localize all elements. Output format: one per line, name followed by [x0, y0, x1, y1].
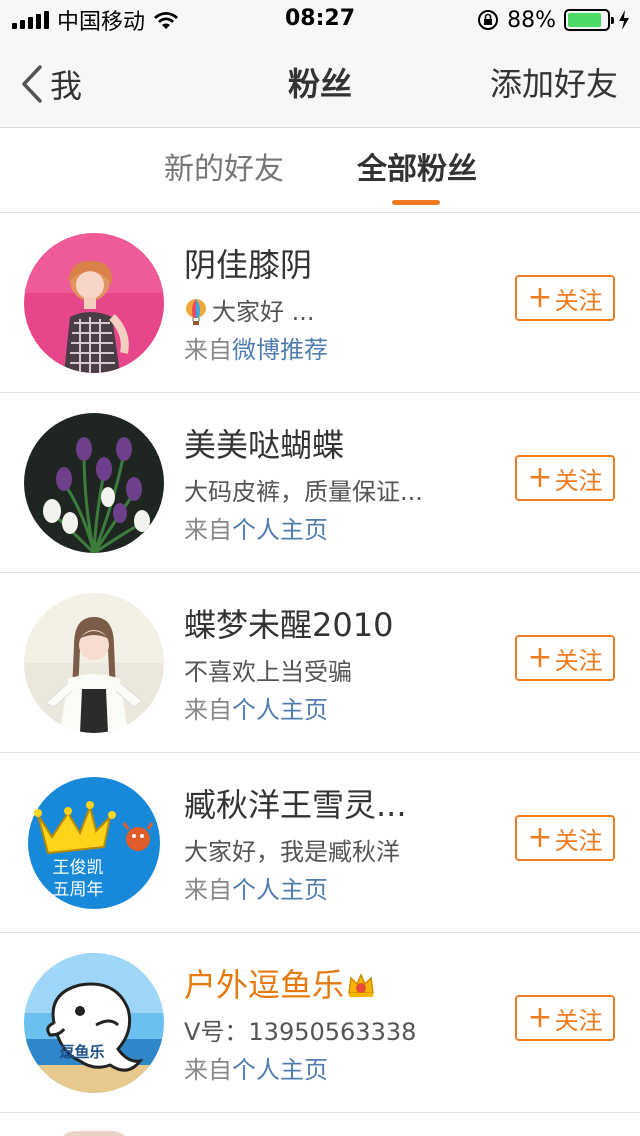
source-prefix: 来自	[184, 336, 232, 364]
follow-button[interactable]: + 关注	[515, 995, 615, 1041]
fan-description-text: 大家好，我是臧秋洋	[184, 838, 400, 866]
status-bar: 中国移动 08:27 88%	[0, 0, 640, 40]
avatar[interactable]	[24, 233, 164, 373]
nav-bar: 我 粉丝 添加好友	[0, 40, 640, 128]
follow-button[interactable]: + 关注	[515, 635, 615, 681]
list-item[interactable]: 王俊凯 五周年 臧秋洋王雪灵... 大家好，我是臧秋洋 来自个人主页 + 关注	[0, 753, 640, 933]
list-item[interactable]: 逗鱼乐 户外逗鱼乐 V号：13950563338 来自个人主页 + 关注	[0, 933, 640, 1113]
follow-button[interactable]: + 关注	[515, 275, 615, 321]
plus-icon: +	[527, 820, 553, 855]
fan-source: 来自个人主页	[184, 513, 328, 547]
source-link[interactable]: 微博推荐	[232, 336, 328, 364]
avatar-text: 逗鱼乐	[59, 1043, 104, 1061]
plus-icon: +	[527, 460, 553, 495]
fan-description: 大家好 ...	[184, 295, 315, 329]
tab-new-friends[interactable]: 新的好友	[164, 148, 284, 192]
fan-description: 不喜欢上当受骗	[184, 655, 352, 689]
follow-label: 关注	[554, 286, 603, 315]
fan-name[interactable]: 美美哒蝴蝶	[184, 423, 344, 467]
fan-source: 来自个人主页	[184, 1053, 328, 1087]
plus-icon: +	[527, 280, 553, 315]
source-prefix: 来自	[184, 876, 232, 904]
battery-percent: 88%	[507, 7, 556, 33]
fan-name[interactable]: 户外逗鱼乐	[184, 963, 376, 1007]
list-item[interactable]: 蝶梦未醒2010 不喜欢上当受骗 来自个人主页 + 关注	[0, 573, 640, 753]
source-prefix: 来自	[184, 1056, 232, 1084]
source-prefix: 来自	[184, 696, 232, 724]
avatar	[56, 1131, 132, 1136]
fan-source: 来自个人主页	[184, 873, 328, 907]
fan-name[interactable]: 阴佳膝阴	[184, 243, 312, 287]
list-item[interactable]: 美美哒蝴蝶 大码皮裤，质量保证... 来自个人主页 + 关注	[0, 393, 640, 573]
tab-all-fans[interactable]: 全部粉丝	[357, 148, 477, 192]
avatar-text-line1: 王俊凯	[53, 858, 104, 878]
follow-button[interactable]: + 关注	[515, 815, 615, 861]
source-prefix: 来自	[184, 516, 232, 544]
fan-description-text: 大家好 ...	[212, 298, 315, 326]
source-link[interactable]: 个人主页	[232, 516, 328, 544]
fan-description-text: V号：13950563338	[184, 1018, 417, 1046]
avatar[interactable]: 逗鱼乐	[24, 953, 164, 1093]
avatar[interactable]	[24, 413, 164, 553]
fan-list: 阴佳膝阴 大家好 ... 来自微博推荐 + 关注 美美哒蝴蝶 大码皮裤，质量保证…	[0, 213, 640, 1113]
fan-description-text: 大码皮裤，质量保证...	[184, 478, 423, 506]
plus-icon: +	[527, 640, 553, 675]
rotation-lock-icon	[478, 10, 499, 30]
follow-button[interactable]: + 关注	[515, 455, 615, 501]
balloon-icon	[186, 299, 206, 325]
fan-description: V号：13950563338	[184, 1015, 416, 1049]
fan-name[interactable]: 臧秋洋王雪灵...	[184, 783, 407, 827]
fan-description: 大家好，我是臧秋洋	[184, 835, 400, 869]
fan-name-text: 户外逗鱼乐	[184, 966, 345, 1004]
list-item-partial	[0, 1113, 640, 1136]
avatar-text-line2: 五周年	[53, 880, 104, 900]
avatar[interactable]: 王俊凯 五周年	[24, 773, 164, 913]
fan-source: 来自个人主页	[184, 693, 328, 727]
follow-label: 关注	[554, 466, 603, 495]
plus-icon: +	[527, 1000, 553, 1035]
status-right: 88%	[477, 6, 630, 34]
battery-icon	[564, 9, 614, 31]
add-friend-button[interactable]: 添加好友	[490, 62, 618, 106]
avatar[interactable]	[24, 593, 164, 733]
list-item[interactable]: 阴佳膝阴 大家好 ... 来自微博推荐 + 关注	[0, 213, 640, 393]
charging-icon	[619, 10, 629, 30]
tab-bar: 新的好友 全部粉丝	[0, 128, 640, 213]
vip-crown-icon	[348, 973, 374, 997]
follow-label: 关注	[554, 826, 603, 855]
follow-label: 关注	[554, 646, 603, 675]
fan-description-text: 不喜欢上当受骗	[184, 658, 352, 686]
active-tab-indicator	[392, 200, 440, 205]
source-link[interactable]: 个人主页	[232, 696, 328, 724]
fan-source: 来自微博推荐	[184, 333, 328, 367]
source-link[interactable]: 个人主页	[232, 876, 328, 904]
fan-description: 大码皮裤，质量保证...	[184, 475, 423, 509]
source-link[interactable]: 个人主页	[232, 1056, 328, 1084]
fan-name[interactable]: 蝶梦未醒2010	[184, 603, 393, 647]
follow-label: 关注	[554, 1006, 603, 1035]
